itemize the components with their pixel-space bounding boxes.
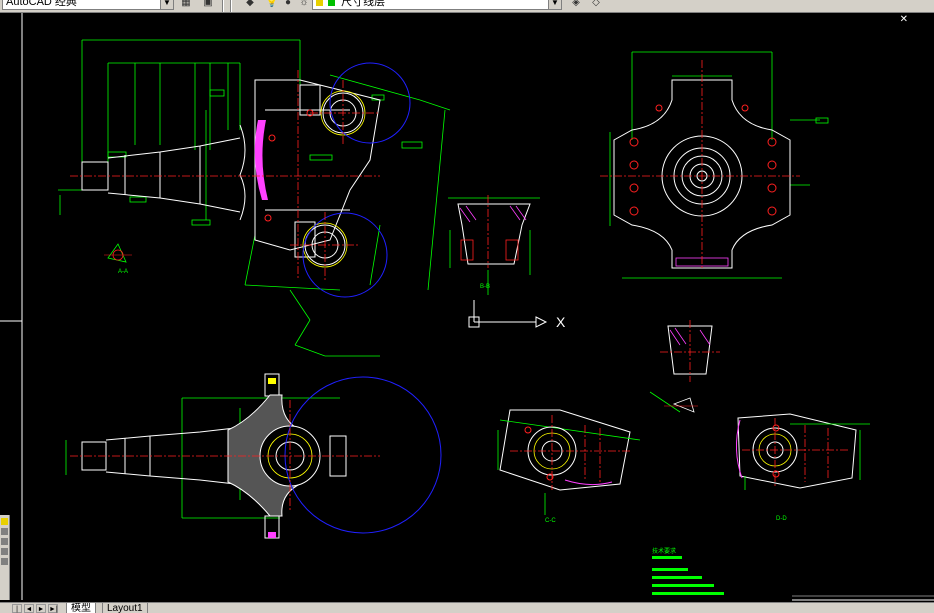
- make-object-layer-current-icon[interactable]: ◈: [568, 0, 584, 10]
- layer-on-icon[interactable]: ●: [280, 0, 296, 10]
- view-c: [497, 409, 641, 515]
- section-label-b: B-B: [480, 284, 490, 290]
- middle-section-view: [448, 195, 540, 295]
- technical-notes: [652, 556, 724, 595]
- swing-circle: [329, 62, 411, 144]
- shaft-outline: [81, 79, 381, 258]
- close-drawing-icon[interactable]: ✕: [900, 14, 908, 25]
- layer-color-swatch: [328, 0, 336, 6]
- notes-title: 技术要求: [652, 547, 676, 555]
- hole-mark: [268, 134, 276, 142]
- layer-dropdown[interactable]: 尺寸线层 ▼: [312, 0, 562, 10]
- workspace-settings-icon[interactable]: ▦: [178, 0, 194, 10]
- bore-circles: [304, 92, 364, 266]
- layout-tab-bar: |◄ ◄ ► ►| 模型 Layout1: [0, 602, 934, 613]
- ucs-icon: [468, 300, 548, 328]
- section-label-a: A-A: [118, 269, 128, 275]
- toolbar: AutoCAD 经典 ▼ ▦ ▣ ◆ 💡 ● ☼ 尺寸线层 ▼ ◈ ◇: [0, 0, 934, 13]
- cad-drawing: X 技术要求 A-A B-B C-C D-D: [0, 13, 934, 601]
- drawing-canvas[interactable]: X 技术要求 A-A B-B C-C D-D: [0, 13, 934, 602]
- palette-icon[interactable]: [1, 558, 8, 565]
- layer-previous-icon[interactable]: ◇: [588, 0, 604, 10]
- lock-icon: [316, 0, 323, 6]
- palette-icon[interactable]: [1, 528, 8, 535]
- section-a-a: [104, 243, 132, 263]
- layer-freeze-icon[interactable]: ☼: [296, 0, 312, 10]
- layer-state-icon[interactable]: 💡: [264, 0, 280, 10]
- front-view-right: [600, 51, 829, 279]
- toolbar-grip: [230, 0, 232, 12]
- hatch-region: [254, 120, 268, 200]
- layer-value: 尺寸线层: [341, 0, 386, 8]
- layer-manager-icon[interactable]: ◆: [242, 0, 258, 10]
- detail-part: [649, 320, 720, 413]
- customize-icon[interactable]: ▣: [200, 0, 216, 10]
- ucs-x-label: X: [556, 314, 566, 330]
- palette-icon[interactable]: [1, 548, 8, 555]
- hole-mark: [264, 214, 272, 222]
- palette-icon[interactable]: [1, 538, 8, 545]
- main-view-bottom: [65, 373, 442, 539]
- toolbar-separator: [222, 0, 224, 12]
- workspace-value: AutoCAD 经典: [6, 0, 77, 8]
- section-label-d: D-D: [776, 516, 787, 522]
- section-label-c: C-C: [545, 518, 556, 524]
- view-d: [736, 413, 870, 490]
- left-dock-panel: [0, 515, 10, 600]
- chevron-down-icon: ▼: [160, 0, 173, 9]
- chevron-down-icon: ▼: [548, 0, 561, 9]
- workspace-dropdown[interactable]: AutoCAD 经典 ▼: [2, 0, 174, 10]
- dimension-group: [58, 39, 451, 357]
- centerline-group: [70, 70, 380, 280]
- main-view-top: [58, 39, 451, 357]
- palette-icon[interactable]: [1, 518, 8, 525]
